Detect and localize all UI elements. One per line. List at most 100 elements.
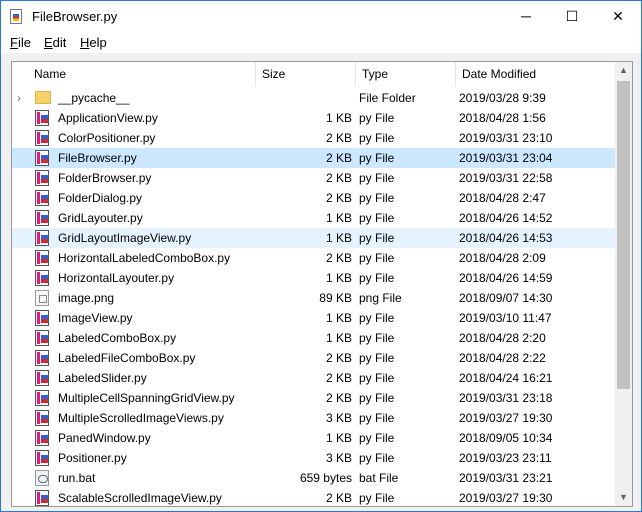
file-date-modified: 2018/09/07 14:30	[459, 291, 553, 305]
minimize-button[interactable]: ─	[503, 1, 549, 31]
menu-edit[interactable]: Edit	[44, 35, 66, 50]
py-file-icon	[35, 190, 49, 206]
bat-file-icon	[35, 470, 49, 486]
file-row[interactable]: HorizontalLabeledComboBox.py 2 KB py File 2…	[12, 248, 615, 268]
file-name: LabeledSlider.py	[58, 371, 147, 385]
file-size: 3 KB	[325, 451, 352, 465]
file-name: MultipleScrolledImageViews.py	[58, 411, 224, 425]
file-size: 2 KB	[325, 391, 352, 405]
file-row[interactable]: LabeledComboBox.py 1 KB py File 2018/04/28 …	[12, 328, 615, 348]
file-name: __pycache__	[58, 91, 130, 105]
file-name: MultipleCellSpanningGridView.py	[58, 391, 235, 405]
file-type: png File	[359, 291, 402, 305]
file-row[interactable]: GridLayoutImageView.py 1 KB py File 2018/04…	[12, 228, 615, 248]
file-size: 1 KB	[325, 331, 352, 345]
file-size: 1 KB	[325, 311, 352, 325]
file-type: py File	[359, 371, 395, 385]
menu-help[interactable]: Help	[80, 35, 107, 50]
file-row[interactable]: LabeledFileComboBox.py 2 KB py File 2018/04…	[12, 348, 615, 368]
expand-arrow-icon[interactable]: ›	[17, 88, 27, 108]
file-type: py File	[359, 191, 395, 205]
file-type: py File	[359, 351, 395, 365]
py-file-icon	[35, 490, 49, 506]
menu-file[interactable]: File	[10, 35, 31, 50]
file-date-modified: 2019/03/31 22:58	[459, 171, 553, 185]
file-row[interactable]: PanedWindow.py 1 KB py File 2018/09/05 10:3…	[12, 428, 615, 448]
file-name: GridLayoutImageView.py	[58, 231, 192, 245]
file-row[interactable]: MultipleScrolledImageViews.py 3 KB py File…	[12, 408, 615, 428]
close-button[interactable]: ✕	[595, 1, 641, 31]
file-size: 1 KB	[325, 211, 352, 225]
file-size: 2 KB	[325, 491, 352, 505]
py-file-icon	[35, 450, 49, 466]
maximize-button[interactable]: ☐	[549, 1, 595, 31]
menu-file-mnemonic: F	[10, 35, 18, 50]
file-size: 2 KB	[325, 371, 352, 385]
file-row[interactable]: FileBrowser.py 2 KB py File 2019/03/31 23:0…	[12, 148, 615, 168]
vertical-scrollbar[interactable]: ▲ ▼	[615, 62, 632, 506]
file-size: 1 KB	[325, 231, 352, 245]
scrollbar-thumb[interactable]	[617, 81, 630, 389]
py-file-icon	[35, 370, 49, 386]
file-size: 659 bytes	[299, 471, 352, 485]
py-file-icon	[35, 210, 49, 226]
file-row[interactable]: run.bat 659 bytes bat File 2019/03/31 23:21	[12, 468, 615, 488]
py-file-icon	[35, 310, 49, 326]
file-name: ScalableScrolledImageView.py	[58, 491, 222, 505]
file-row[interactable]: FolderDialog.py 2 KB py File 2018/04/28 2:4…	[12, 188, 615, 208]
scroll-up-arrow-icon[interactable]: ▲	[615, 62, 632, 79]
file-size: 1 KB	[325, 271, 352, 285]
file-date-modified: 2018/04/28 2:20	[459, 331, 546, 345]
file-list-view[interactable]: Name Size Type Date Modified › __pycache_…	[11, 61, 633, 507]
file-row[interactable]: ApplicationView.py 1 KB py File 2018/04/28 …	[12, 108, 615, 128]
file-row[interactable]: ImageView.py 1 KB py File 2019/03/10 11:47	[12, 308, 615, 328]
file-name: run.bat	[58, 471, 96, 485]
file-type: bat File	[359, 471, 399, 485]
menu-help-mnemonic: H	[80, 35, 90, 50]
column-header-date-modified[interactable]: Date Modified	[456, 62, 615, 86]
file-row[interactable]: FolderBrowser.py 2 KB py File 2019/03/31 22…	[12, 168, 615, 188]
folder-icon	[35, 91, 51, 104]
menu-edit-mnemonic: E	[44, 35, 53, 50]
file-type: py File	[359, 211, 395, 225]
file-row[interactable]: › __pycache__ File Folder 2019/03/28 9:39	[12, 88, 615, 108]
file-row[interactable]: LabeledSlider.py 2 KB py File 2018/04/24 16…	[12, 368, 615, 388]
file-name: PanedWindow.py	[58, 431, 151, 445]
file-date-modified: 2019/03/31 23:21	[459, 471, 553, 485]
file-size: 2 KB	[325, 171, 352, 185]
file-date-modified: 2019/03/27 19:30	[459, 491, 553, 505]
file-row[interactable]: ScalableScrolledImageView.py 2 KB py File 2…	[12, 488, 615, 506]
file-name: Positioner.py	[58, 451, 127, 465]
py-file-icon	[35, 330, 49, 346]
file-row[interactable]: ColorPositioner.py 2 KB py File 2019/03/31 …	[12, 128, 615, 148]
title-bar[interactable]: FileBrowser.py ─ ☐ ✕	[1, 1, 641, 31]
file-date-modified: 2018/04/28 2:09	[459, 251, 546, 265]
file-date-modified: 2019/03/23 23:11	[459, 451, 552, 465]
py-file-icon	[35, 170, 49, 186]
py-file-icon	[35, 410, 49, 426]
file-rows: › __pycache__ File Folder 2019/03/28 9:39 Ap…	[12, 88, 615, 506]
file-row[interactable]: MultipleCellSpanningGridView.py 2 KB py Fi…	[12, 388, 615, 408]
file-row[interactable]: GridLayouter.py 1 KB py File 2018/04/26 14:…	[12, 208, 615, 228]
file-type: py File	[359, 311, 395, 325]
py-file-icon	[35, 350, 49, 366]
column-header-name[interactable]: Name	[28, 62, 256, 86]
file-row[interactable]: HorizontalLayouter.py 1 KB py File 2018/04/…	[12, 268, 615, 288]
file-name: HorizontalLabeledComboBox.py	[58, 251, 231, 265]
file-type: py File	[359, 451, 395, 465]
py-file-icon	[35, 110, 49, 126]
file-size: 2 KB	[325, 131, 352, 145]
file-size: 2 KB	[325, 151, 352, 165]
file-type: py File	[359, 271, 395, 285]
app-window: FileBrowser.py ─ ☐ ✕ File Edit Help Name…	[0, 0, 642, 512]
column-header-type[interactable]: Type	[356, 62, 456, 86]
file-name: FileBrowser.py	[58, 151, 137, 165]
scroll-down-arrow-icon[interactable]: ▼	[615, 489, 632, 506]
column-header-size[interactable]: Size	[256, 62, 356, 86]
file-name: LabeledFileComboBox.py	[58, 351, 196, 365]
file-row[interactable]: image.png 89 KB png File 2018/09/07 14:30	[12, 288, 615, 308]
file-date-modified: 2018/04/26 14:59	[459, 271, 553, 285]
file-date-modified: 2018/04/28 2:47	[459, 191, 546, 205]
file-row[interactable]: Positioner.py 3 KB py File 2019/03/23 23:11	[12, 448, 615, 468]
file-type: py File	[359, 491, 395, 505]
